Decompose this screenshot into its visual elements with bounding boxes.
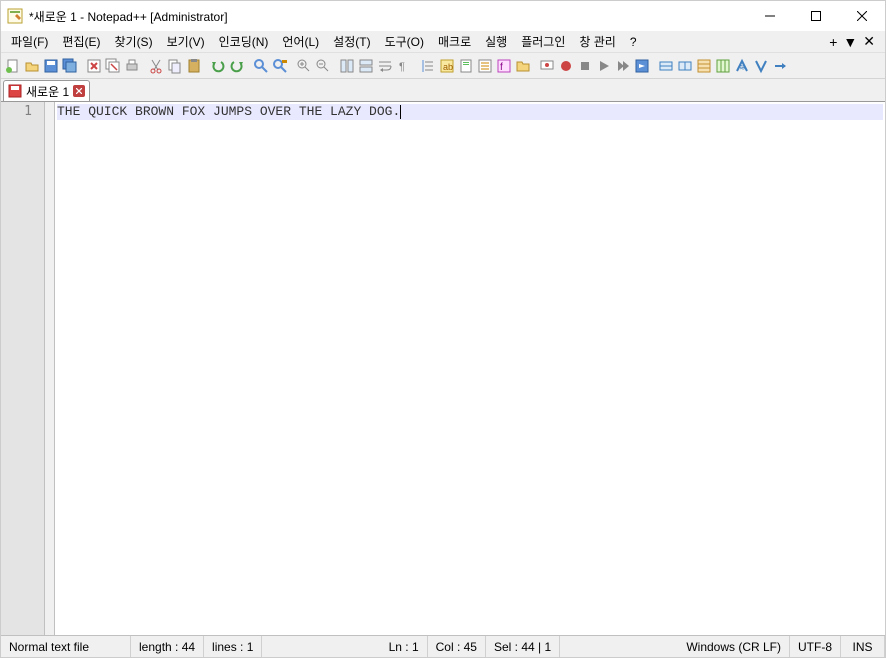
- tb-icon-2[interactable]: [676, 57, 694, 75]
- menu-settings[interactable]: 설정(T): [327, 31, 376, 52]
- open-file-icon[interactable]: [23, 57, 41, 75]
- line-number: 1: [1, 104, 44, 120]
- cut-icon[interactable]: [147, 57, 165, 75]
- status-sel: Sel : 44 | 1: [486, 636, 560, 657]
- tb-icon-3[interactable]: [695, 57, 713, 75]
- line-number-gutter: 1: [1, 102, 45, 635]
- undo-icon[interactable]: [209, 57, 227, 75]
- menu-plugins[interactable]: 플러그인: [515, 31, 571, 52]
- status-encoding[interactable]: UTF-8: [790, 636, 841, 657]
- save-icon[interactable]: [42, 57, 60, 75]
- svg-text:ab: ab: [443, 62, 453, 72]
- menu-run[interactable]: 실행: [479, 31, 513, 52]
- menu-language[interactable]: 언어(L): [276, 31, 325, 52]
- wrap-icon[interactable]: [376, 57, 394, 75]
- replace-icon[interactable]: [271, 57, 289, 75]
- save-macro-icon[interactable]: [633, 57, 651, 75]
- record-start-icon[interactable]: [557, 57, 575, 75]
- print-icon[interactable]: [123, 57, 141, 75]
- text-editor[interactable]: THE QUICK BROWN FOX JUMPS OVER THE LAZY …: [55, 102, 885, 635]
- menu-edit[interactable]: 편집(E): [56, 31, 106, 52]
- play-icon[interactable]: [595, 57, 613, 75]
- find-icon[interactable]: [252, 57, 270, 75]
- status-mode[interactable]: INS: [841, 636, 885, 657]
- redo-icon[interactable]: [228, 57, 246, 75]
- window-title: *새로운 1 - Notepad++ [Administrator]: [29, 8, 747, 25]
- lang-icon[interactable]: ab: [438, 57, 456, 75]
- tb-icon-7[interactable]: [771, 57, 789, 75]
- title-bar: *새로운 1 - Notepad++ [Administrator]: [1, 1, 885, 31]
- menu-plus-icon[interactable]: +: [829, 34, 837, 50]
- new-file-icon[interactable]: [4, 57, 22, 75]
- menu-window[interactable]: 창 관리: [573, 31, 621, 52]
- svg-text:≋: ≋: [739, 63, 746, 72]
- maximize-button[interactable]: [793, 1, 839, 31]
- status-length: length : 44: [131, 636, 204, 657]
- status-bar: Normal text file length : 44 lines : 1 L…: [1, 635, 885, 657]
- tab-close-icon[interactable]: [73, 85, 85, 97]
- menu-view[interactable]: 보기(V): [161, 31, 211, 52]
- tab-label: 새로운 1: [26, 83, 69, 100]
- toolbar: ¶ ab f ≋: [1, 53, 885, 79]
- status-ln: Ln : 1: [381, 636, 428, 657]
- menu-search[interactable]: 찾기(S): [108, 31, 158, 52]
- tb-icon-4[interactable]: [714, 57, 732, 75]
- app-icon: [7, 8, 23, 24]
- menu-x-icon[interactable]: ✕: [863, 33, 875, 50]
- monitor-icon[interactable]: [538, 57, 556, 75]
- close-file-icon[interactable]: [85, 57, 103, 75]
- paste-icon[interactable]: [185, 57, 203, 75]
- status-col: Col : 45: [428, 636, 486, 657]
- menu-bar: 파일(F) 편집(E) 찾기(S) 보기(V) 인코딩(N) 언어(L) 설정(…: [1, 31, 885, 53]
- show-chars-icon[interactable]: ¶: [395, 57, 413, 75]
- func-list-icon[interactable]: f: [495, 57, 513, 75]
- zoom-in-icon[interactable]: [295, 57, 313, 75]
- play-multi-icon[interactable]: [614, 57, 632, 75]
- svg-text:¶: ¶: [399, 61, 405, 73]
- menu-dropdown-icon[interactable]: ▼: [843, 34, 857, 50]
- folder-icon[interactable]: [514, 57, 532, 75]
- tab-active[interactable]: 새로운 1: [3, 80, 90, 101]
- sync-v-icon[interactable]: [338, 57, 356, 75]
- tb-icon-6[interactable]: [752, 57, 770, 75]
- indent-guide-icon[interactable]: [419, 57, 437, 75]
- tb-icon-1[interactable]: [657, 57, 675, 75]
- close-button[interactable]: [839, 1, 885, 31]
- status-filetype: Normal text file: [1, 636, 131, 657]
- menu-help[interactable]: ?: [624, 33, 643, 51]
- close-all-icon[interactable]: [104, 57, 122, 75]
- menu-encoding[interactable]: 인코딩(N): [213, 31, 275, 52]
- menu-file[interactable]: 파일(F): [5, 31, 54, 52]
- status-eol[interactable]: Windows (CR LF): [678, 636, 790, 657]
- tab-file-icon: [8, 84, 22, 98]
- text-caret: [400, 105, 401, 119]
- record-stop-icon[interactable]: [576, 57, 594, 75]
- editor-area: 1 THE QUICK BROWN FOX JUMPS OVER THE LAZ…: [1, 101, 885, 635]
- sync-h-icon[interactable]: [357, 57, 375, 75]
- menu-macro[interactable]: 매크로: [432, 31, 477, 52]
- tab-bar: 새로운 1: [1, 79, 885, 101]
- doc-map-icon[interactable]: [457, 57, 475, 75]
- doc-list-icon[interactable]: [476, 57, 494, 75]
- copy-icon[interactable]: [166, 57, 184, 75]
- tb-icon-5[interactable]: ≋: [733, 57, 751, 75]
- svg-text:f: f: [500, 62, 503, 73]
- save-all-icon[interactable]: [61, 57, 79, 75]
- menu-tools[interactable]: 도구(O): [379, 31, 430, 52]
- zoom-out-icon[interactable]: [314, 57, 332, 75]
- minimize-button[interactable]: [747, 1, 793, 31]
- editor-text: THE QUICK BROWN FOX JUMPS OVER THE LAZY …: [57, 104, 400, 119]
- fold-margin: [45, 102, 55, 635]
- status-lines: lines : 1: [204, 636, 262, 657]
